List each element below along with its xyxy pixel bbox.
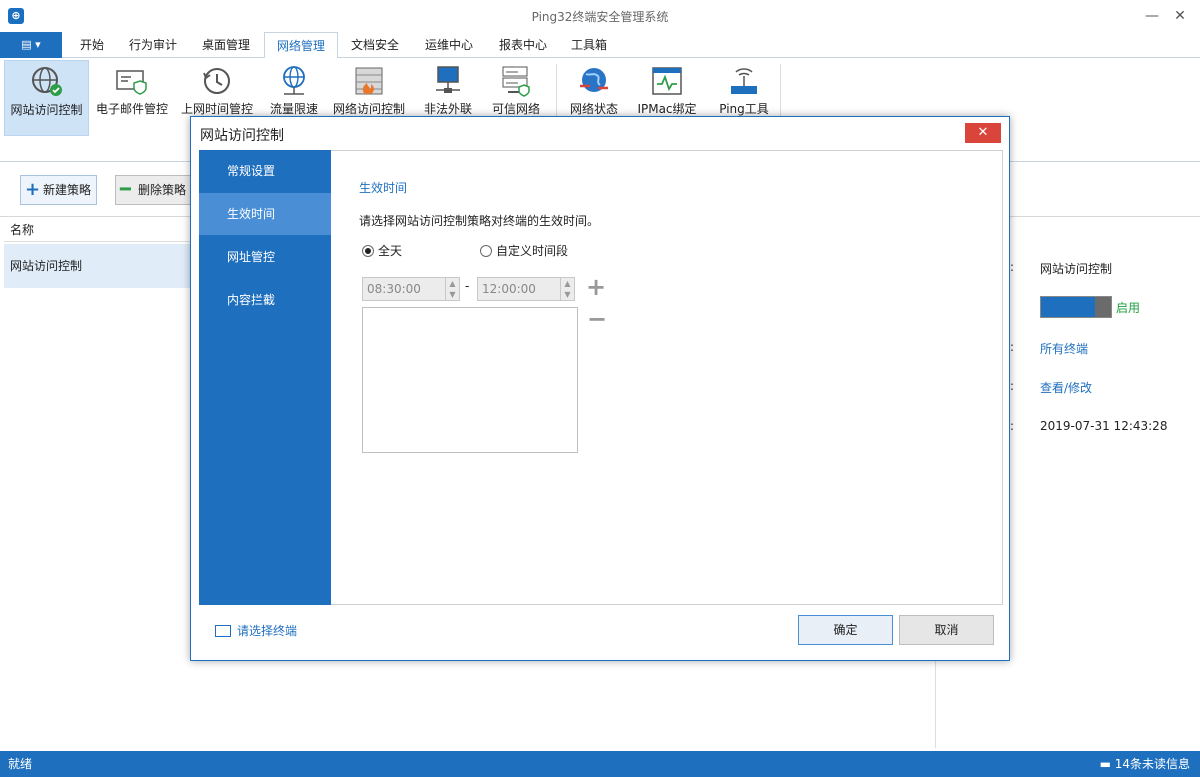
message-icon: ▬ xyxy=(1099,757,1115,771)
time-range-dash: - xyxy=(465,279,470,293)
delete-policy-button[interactable]: ━ 删除策略 xyxy=(115,175,193,205)
ribbon-label: 可信网络 xyxy=(491,102,540,116)
ribbon-label: IPMac绑定 xyxy=(637,102,697,116)
trusted-network-icon xyxy=(502,66,530,97)
time-range-list[interactable] xyxy=(362,307,578,453)
minus-icon: ━ xyxy=(120,179,131,200)
title-bar: ⊕ Ping32终端安全管理系统 — ✕ xyxy=(0,0,1200,32)
toggle-label: 启用 xyxy=(1116,301,1141,315)
section-description: 请选择网站访问控制策略对终端的生效时间。 xyxy=(359,214,600,228)
dialog-nav: 常规设置 生效时间 网址管控 内容拦截 xyxy=(199,150,331,605)
toggle-knob xyxy=(1095,297,1111,317)
radio-custom-label: 自定义时间段 xyxy=(496,244,569,258)
delete-policy-label: 删除策略 xyxy=(138,183,187,197)
monitor-icon xyxy=(215,625,231,637)
detail-colon: : xyxy=(1010,340,1015,354)
ribbon-label: 网络状态 xyxy=(569,102,618,116)
unread-messages-label: 14条未读信息 xyxy=(1114,757,1190,771)
select-terminal-label: 请选择终端 xyxy=(237,624,298,638)
radio-custom-period[interactable]: 自定义时间段 xyxy=(480,242,568,259)
ribbon-label: 上网时间管控 xyxy=(180,102,253,116)
radio-unchecked-icon xyxy=(480,245,492,257)
tab-document-security[interactable]: 文档安全 xyxy=(344,32,406,58)
dialog-content: 生效时间 请选择网站访问控制策略对终端的生效时间。 全天 自定义时间段 08:3… xyxy=(331,150,1003,605)
ribbon-email-control[interactable]: 电子邮件管控 xyxy=(92,60,172,136)
policy-name-value: 网站访问控制 xyxy=(1040,262,1113,276)
end-time-value: 12:00:00 xyxy=(482,282,536,296)
firewall-icon xyxy=(355,67,383,95)
tab-behavior-audit[interactable]: 行为审计 xyxy=(122,32,184,58)
network-globe-icon xyxy=(283,66,305,95)
list-item[interactable]: 网站访问控制 xyxy=(4,244,194,288)
app-menu-button[interactable]: ▤ ▾ xyxy=(0,32,62,58)
ribbon-label: Ping工具 xyxy=(719,102,769,116)
end-time-spinner[interactable]: ▲ ▼ xyxy=(560,278,574,300)
radio-checked-icon xyxy=(362,245,374,257)
minimize-button[interactable]: — xyxy=(1142,6,1162,26)
menu-bar: ▤ ▾ 开始 行为审计 桌面管理 网络管理 文档安全 运维中心 报表中心 工具箱 xyxy=(0,32,1200,59)
unread-messages[interactable]: ▬ 14条未读信息 xyxy=(1100,751,1190,777)
list-header-name[interactable]: 名称 xyxy=(4,218,194,242)
dialog-close-button[interactable]: ✕ xyxy=(965,123,1001,143)
detail-colon: : xyxy=(1010,419,1015,433)
tab-ops-center[interactable]: 运维中心 xyxy=(418,32,480,58)
detail-colon: : xyxy=(1010,379,1015,393)
enable-toggle[interactable] xyxy=(1040,296,1112,318)
cancel-button[interactable]: 取消 xyxy=(899,615,994,645)
nav-effective-time[interactable]: 生效时间 xyxy=(199,193,331,235)
nav-general-settings[interactable]: 常规设置 xyxy=(199,150,331,192)
tab-toolbox[interactable]: 工具箱 xyxy=(564,32,614,58)
remove-time-range-icon[interactable]: − xyxy=(587,305,607,333)
radio-all-day[interactable]: 全天 xyxy=(362,242,402,259)
tab-network-management[interactable]: 网络管理 xyxy=(264,32,338,59)
ok-button[interactable]: 确定 xyxy=(798,615,893,645)
radio-all-day-label: 全天 xyxy=(378,244,403,258)
email-shield-icon xyxy=(116,70,147,95)
section-title: 生效时间 xyxy=(359,181,408,195)
start-time-value: 08:30:00 xyxy=(367,282,421,296)
computer-network-icon xyxy=(436,66,460,93)
new-policy-button[interactable]: + 新建策略 xyxy=(20,175,97,205)
nav-content-block[interactable]: 内容拦截 xyxy=(199,279,331,321)
tab-desktop-management[interactable]: 桌面管理 xyxy=(194,32,258,58)
ribbon-label: 网站访问控制 xyxy=(10,103,83,117)
router-wifi-icon xyxy=(731,68,757,94)
add-time-range-icon[interactable]: + xyxy=(586,273,606,301)
tab-start[interactable]: 开始 xyxy=(70,32,114,58)
globe-check-icon xyxy=(31,67,62,96)
new-policy-label: 新建策略 xyxy=(43,183,92,197)
detail-colon: : xyxy=(1010,260,1015,274)
dialog-title: 网站访问控制 xyxy=(200,128,284,144)
terminals-link[interactable]: 所有终端 xyxy=(1040,340,1088,357)
end-time-input[interactable]: 12:00:00 ▲ ▼ xyxy=(477,277,575,301)
clock-history-icon xyxy=(203,68,230,94)
select-terminal-link[interactable]: 请选择终端 xyxy=(215,622,297,639)
nav-url-control[interactable]: 网址管控 xyxy=(199,236,331,278)
view-edit-link[interactable]: 查看/修改 xyxy=(1040,379,1092,396)
modified-time-value: 2019-07-31 12:43:28 xyxy=(1040,419,1168,433)
status-text: 就绪 xyxy=(8,757,33,771)
tab-report-center[interactable]: 报表中心 xyxy=(492,32,554,58)
start-time-spinner[interactable]: ▲ ▼ xyxy=(445,278,459,300)
status-bar: 就绪 ▬ 14条未读信息 xyxy=(0,751,1200,777)
ribbon-website-access-control[interactable]: 网站访问控制 xyxy=(4,60,89,136)
website-access-control-dialog: 网站访问控制 ✕ 常规设置 生效时间 网址管控 内容拦截 生效时间 请选择网站访… xyxy=(190,116,1010,661)
network-status-icon xyxy=(580,68,608,92)
window-title: Ping32终端安全管理系统 xyxy=(531,10,669,24)
ribbon-label: 网络访问控制 xyxy=(332,102,405,116)
start-time-input[interactable]: 08:30:00 ▲ ▼ xyxy=(362,277,460,301)
ipmac-chart-icon xyxy=(652,67,682,95)
plus-icon: + xyxy=(25,179,41,200)
ribbon-label: 非法外联 xyxy=(423,102,472,116)
close-window-button[interactable]: ✕ xyxy=(1170,6,1190,26)
ribbon-label: 流量限速 xyxy=(269,102,318,116)
ribbon-label: 电子邮件管控 xyxy=(95,102,168,116)
